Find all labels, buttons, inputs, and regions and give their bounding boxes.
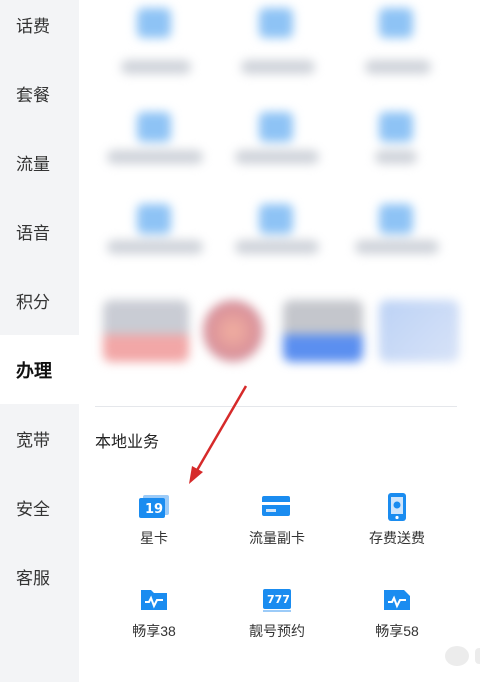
service-label-placeholder bbox=[355, 240, 439, 254]
service-icon bbox=[137, 112, 171, 142]
service-icon bbox=[137, 204, 171, 234]
service-label-placeholder bbox=[107, 240, 203, 254]
sidebar-item-label: 安全 bbox=[16, 500, 50, 519]
promo-banner bbox=[203, 300, 263, 362]
service-label: 畅享58 bbox=[375, 623, 419, 639]
watermark-logo bbox=[439, 636, 480, 676]
promo-banner bbox=[103, 300, 189, 362]
svg-text:777: 777 bbox=[267, 593, 290, 606]
service-label-placeholder bbox=[375, 150, 417, 164]
service-icon bbox=[379, 204, 413, 234]
blurred-service-grid bbox=[79, 0, 480, 400]
data-sub-card-icon bbox=[260, 492, 294, 522]
sidebar-item-points[interactable]: 积分 bbox=[0, 266, 79, 335]
service-star-card[interactable]: 19 星卡 bbox=[89, 492, 219, 562]
sidebar-item-label: 流量 bbox=[16, 155, 50, 174]
sidebar-item-voice[interactable]: 语音 bbox=[0, 197, 79, 266]
section-divider bbox=[95, 406, 457, 407]
sidebar-item-label: 语音 bbox=[16, 224, 50, 243]
service-data-sub-card[interactable]: 流量副卡 bbox=[212, 492, 342, 562]
service-label: 流量副卡 bbox=[249, 530, 305, 546]
service-label: 畅享38 bbox=[132, 623, 176, 639]
service-label: 存费送费 bbox=[369, 530, 425, 546]
service-label: 星卡 bbox=[140, 530, 168, 546]
service-deposit-bonus[interactable]: 存费送费 bbox=[332, 492, 462, 562]
promo-banner bbox=[283, 300, 363, 362]
service-unlimited-38[interactable]: 畅享38 bbox=[89, 585, 219, 655]
unlimited-plan-icon bbox=[137, 585, 171, 615]
sidebar-item-label: 宽带 bbox=[16, 431, 50, 450]
service-label-placeholder bbox=[107, 150, 203, 164]
service-label-placeholder bbox=[365, 60, 431, 74]
service-label-placeholder bbox=[241, 60, 315, 74]
sidebar-item-broadband[interactable]: 宽带 bbox=[0, 404, 79, 473]
category-sidebar: 话费 套餐 流量 语音 积分 办理 宽带 安全 客服 bbox=[0, 0, 79, 682]
service-icon bbox=[379, 8, 413, 38]
vanity-number-icon: 777 bbox=[260, 585, 294, 615]
service-vanity-number[interactable]: 777 靓号预约 bbox=[212, 585, 342, 655]
sidebar-item-handle[interactable]: 办理 bbox=[0, 335, 79, 404]
section-title: 本地业务 bbox=[95, 434, 160, 451]
sidebar-item-label: 客服 bbox=[16, 569, 50, 588]
sidebar-item-data[interactable]: 流量 bbox=[0, 128, 79, 197]
sidebar-item-customer-service[interactable]: 客服 bbox=[0, 542, 79, 611]
svg-text:19: 19 bbox=[145, 502, 163, 517]
service-label: 靓号预约 bbox=[249, 623, 305, 639]
sidebar-item-label: 套餐 bbox=[16, 86, 50, 105]
sidebar-item-security[interactable]: 安全 bbox=[0, 473, 79, 542]
unlimited-plan-icon bbox=[380, 585, 414, 615]
sidebar-item-label: 办理 bbox=[16, 360, 52, 381]
service-icon bbox=[259, 204, 293, 234]
service-label-placeholder bbox=[121, 60, 191, 74]
sidebar-item-phone-bill[interactable]: 话费 bbox=[0, 0, 79, 59]
promo-banner bbox=[379, 300, 459, 362]
service-icon bbox=[379, 112, 413, 142]
service-icon bbox=[137, 8, 171, 38]
deposit-bonus-icon bbox=[380, 492, 414, 522]
sidebar-item-plans[interactable]: 套餐 bbox=[0, 59, 79, 128]
content-panel: 本地业务 19 星卡 流量副卡 存费送费 畅享38 777 靓号预约 畅享58 bbox=[79, 0, 480, 682]
service-icon bbox=[259, 112, 293, 142]
sidebar-item-label: 话费 bbox=[16, 17, 50, 36]
sidebar-item-label: 积分 bbox=[16, 293, 50, 312]
service-label-placeholder bbox=[235, 150, 319, 164]
service-label-placeholder bbox=[235, 240, 319, 254]
service-icon bbox=[259, 8, 293, 38]
star-card-icon: 19 bbox=[137, 492, 171, 522]
